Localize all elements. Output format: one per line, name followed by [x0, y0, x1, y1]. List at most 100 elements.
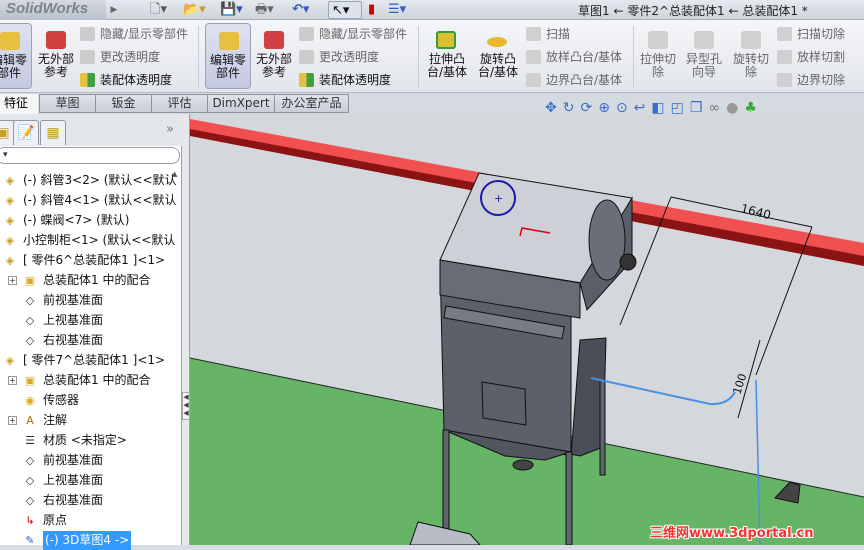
- loft-cut-icon: [777, 50, 792, 64]
- graphics-area[interactable]: + 1640 100: [190, 114, 864, 545]
- zoom-to-fit-icon[interactable]: ⊕: [598, 100, 616, 116]
- extrude-cut-button[interactable]: 拉伸切除: [637, 23, 679, 89]
- loft-icon: [526, 50, 541, 64]
- display-style-icon[interactable]: ❒: [690, 100, 709, 116]
- revolve-boss-label: 旋转凸台/基体: [477, 52, 519, 79]
- change-transparency-button-2[interactable]: 更改透明度: [297, 47, 379, 67]
- scene-icon[interactable]: ♣: [744, 100, 763, 116]
- part-icon: ◈: [5, 234, 15, 247]
- tab-evaluate[interactable]: 评估: [151, 94, 208, 113]
- edit-part-label: 编辑零部件: [0, 53, 27, 80]
- rebuild-traffic-light-icon[interactable]: ▮: [368, 1, 375, 19]
- part-icon: ◈: [5, 354, 15, 367]
- tab-sketch[interactable]: 草图: [39, 94, 96, 113]
- tree-item-label: 前视基准面: [43, 453, 104, 467]
- edit-part-icon: [219, 32, 239, 50]
- menu-expand-arrow-icon[interactable]: ▶: [108, 2, 120, 18]
- part-icon: ◈: [5, 214, 15, 227]
- extrude-boss-icon: [436, 31, 456, 49]
- view-orientation-icon[interactable]: ◰: [671, 100, 690, 116]
- rotate-icon[interactable]: ↻: [563, 100, 581, 116]
- tab-features[interactable]: 特征: [0, 94, 38, 115]
- change-transparency-label: 更改透明度: [100, 50, 161, 64]
- tree-item-label: (-) 3D草图4 ->: [43, 531, 132, 550]
- configuration-manager-tab-icon[interactable]: ▦: [40, 120, 66, 145]
- previous-view-icon[interactable]: ↩: [634, 100, 652, 116]
- solidworks-logo: SolidWorks: [0, 0, 106, 20]
- tree-item-label: 小控制柜<1> (默认<<默认: [23, 233, 176, 247]
- expand-icon[interactable]: +: [8, 276, 17, 285]
- change-transparency-button[interactable]: 更改透明度: [78, 47, 160, 67]
- assembly-transparency-button[interactable]: 装配体透明度: [78, 70, 172, 90]
- tree-item-label: 材质 <未指定>: [43, 433, 127, 447]
- property-manager-tab-icon[interactable]: 📝: [13, 120, 39, 145]
- boundary-icon: [526, 73, 541, 87]
- zoom-area-icon[interactable]: ⊙: [616, 100, 634, 116]
- revolve-cut-button[interactable]: 旋转切除: [729, 23, 773, 89]
- no-external-refs-button-2[interactable]: 无外部参考: [251, 23, 297, 89]
- appearance-icon[interactable]: ●: [726, 100, 744, 116]
- panel-collapse-button[interactable]: »: [166, 122, 174, 137]
- tab-dimxpert[interactable]: DimXpert: [207, 94, 275, 113]
- edit-part-button[interactable]: 编辑零部件: [0, 23, 32, 89]
- sweep-cut-label: 扫描切除: [797, 27, 846, 41]
- no-external-refs-button[interactable]: 无外部参考: [33, 23, 79, 89]
- splitter-collapse-handle[interactable]: ◀ ◀ ◀: [182, 392, 190, 420]
- select-pointer-icon[interactable]: ↖▾: [328, 1, 362, 19]
- sweep-cut-button[interactable]: 扫描切除: [775, 24, 845, 44]
- boundary-boss-label: 边界凸台/基体: [546, 73, 623, 87]
- hide-show-components-button-2[interactable]: 隐藏/显示零部件: [297, 24, 407, 44]
- boundary-cut-button[interactable]: 边界切除: [775, 70, 845, 90]
- hide-show-items-icon[interactable]: ∞: [708, 100, 726, 116]
- mates-folder-icon: ▣: [24, 374, 36, 387]
- loft-cut-label: 放样切割: [797, 50, 846, 64]
- change-transparency-label: 更改透明度: [319, 50, 380, 64]
- hide-show-label: 隐藏/显示零部件: [319, 27, 408, 41]
- tree-item-label: 原点: [43, 513, 68, 527]
- expand-icon[interactable]: +: [8, 416, 17, 425]
- hole-wizard-button[interactable]: 异型孔向导: [682, 23, 726, 89]
- tab-office-products[interactable]: 办公室产品: [274, 94, 349, 113]
- open-folder-icon[interactable]: 📂▾: [183, 1, 206, 19]
- options-list-icon[interactable]: ☰▾: [388, 1, 406, 19]
- tree-item-label: (-) 斜管3<2> (默认<<默认: [23, 173, 177, 187]
- undo-icon[interactable]: ↶▾: [292, 1, 309, 19]
- expand-icon[interactable]: +: [8, 376, 17, 385]
- pan-icon[interactable]: ✥: [545, 100, 563, 116]
- tree-filter[interactable]: ▾: [0, 147, 180, 164]
- assembly-transparency-label: 装配体透明度: [319, 73, 392, 87]
- part-icon: ◈: [5, 194, 15, 207]
- panel-splitter[interactable]: [182, 114, 190, 545]
- new-document-icon[interactable]: 🗋▾: [150, 1, 167, 19]
- mates-folder-icon: ▣: [24, 274, 36, 287]
- panel-tabs: ▣ 📝 ▦ »: [0, 114, 182, 146]
- tree-item-label: (-) 斜管4<1> (默认<<默认: [23, 193, 177, 207]
- tree-item-label: 上视基准面: [43, 473, 104, 487]
- revolve-cut-label: 旋转切除: [732, 52, 769, 79]
- no-external-refs-label: 无外部参考: [37, 52, 74, 79]
- material-icon: ☰: [25, 434, 35, 447]
- assembly-transparency-button-2[interactable]: 装配体透明度: [297, 70, 391, 90]
- tree-item-label: (-) 蝶阀<7> (默认): [23, 213, 130, 227]
- extrude-boss-button[interactable]: 拉伸凸台/基体: [423, 23, 471, 89]
- save-icon[interactable]: 💾▾: [220, 1, 243, 19]
- print-icon[interactable]: 🖶▾: [255, 1, 274, 19]
- loft-boss-button[interactable]: 放样凸台/基体: [524, 47, 622, 67]
- loft-cut-button[interactable]: 放样切割: [775, 47, 845, 67]
- sweep-cut-icon: [777, 27, 792, 41]
- feature-manager-panel: ▣ 📝 ▦ » ▾ ▲ ◈ (-) 斜管3<2> (默认<<默认 ◈ (-) 斜管4<…: [0, 114, 182, 550]
- edit-part-button-2[interactable]: 编辑零部件: [205, 23, 251, 89]
- hide-show-components-button[interactable]: 隐藏/显示零部件: [78, 24, 188, 44]
- no-external-refs-icon: [46, 31, 66, 49]
- boundary-boss-button[interactable]: 边界凸台/基体: [524, 70, 622, 90]
- loft-boss-label: 放样凸台/基体: [546, 50, 623, 64]
- sweep-button[interactable]: 扫描: [524, 24, 570, 44]
- section-view-icon[interactable]: ◧: [651, 100, 670, 116]
- roll-icon[interactable]: ⟳: [580, 100, 598, 116]
- boundary-cut-icon: [777, 73, 792, 87]
- boundary-cut-label: 边界切除: [797, 73, 846, 87]
- revolve-boss-button[interactable]: 旋转凸台/基体: [474, 23, 522, 89]
- tab-sheet-metal[interactable]: 钣金: [95, 94, 152, 113]
- window-title: 草图1 ← 零件2^总装配体1 ← 总装配体1 *: [578, 4, 808, 18]
- svg-text:+: +: [494, 192, 503, 205]
